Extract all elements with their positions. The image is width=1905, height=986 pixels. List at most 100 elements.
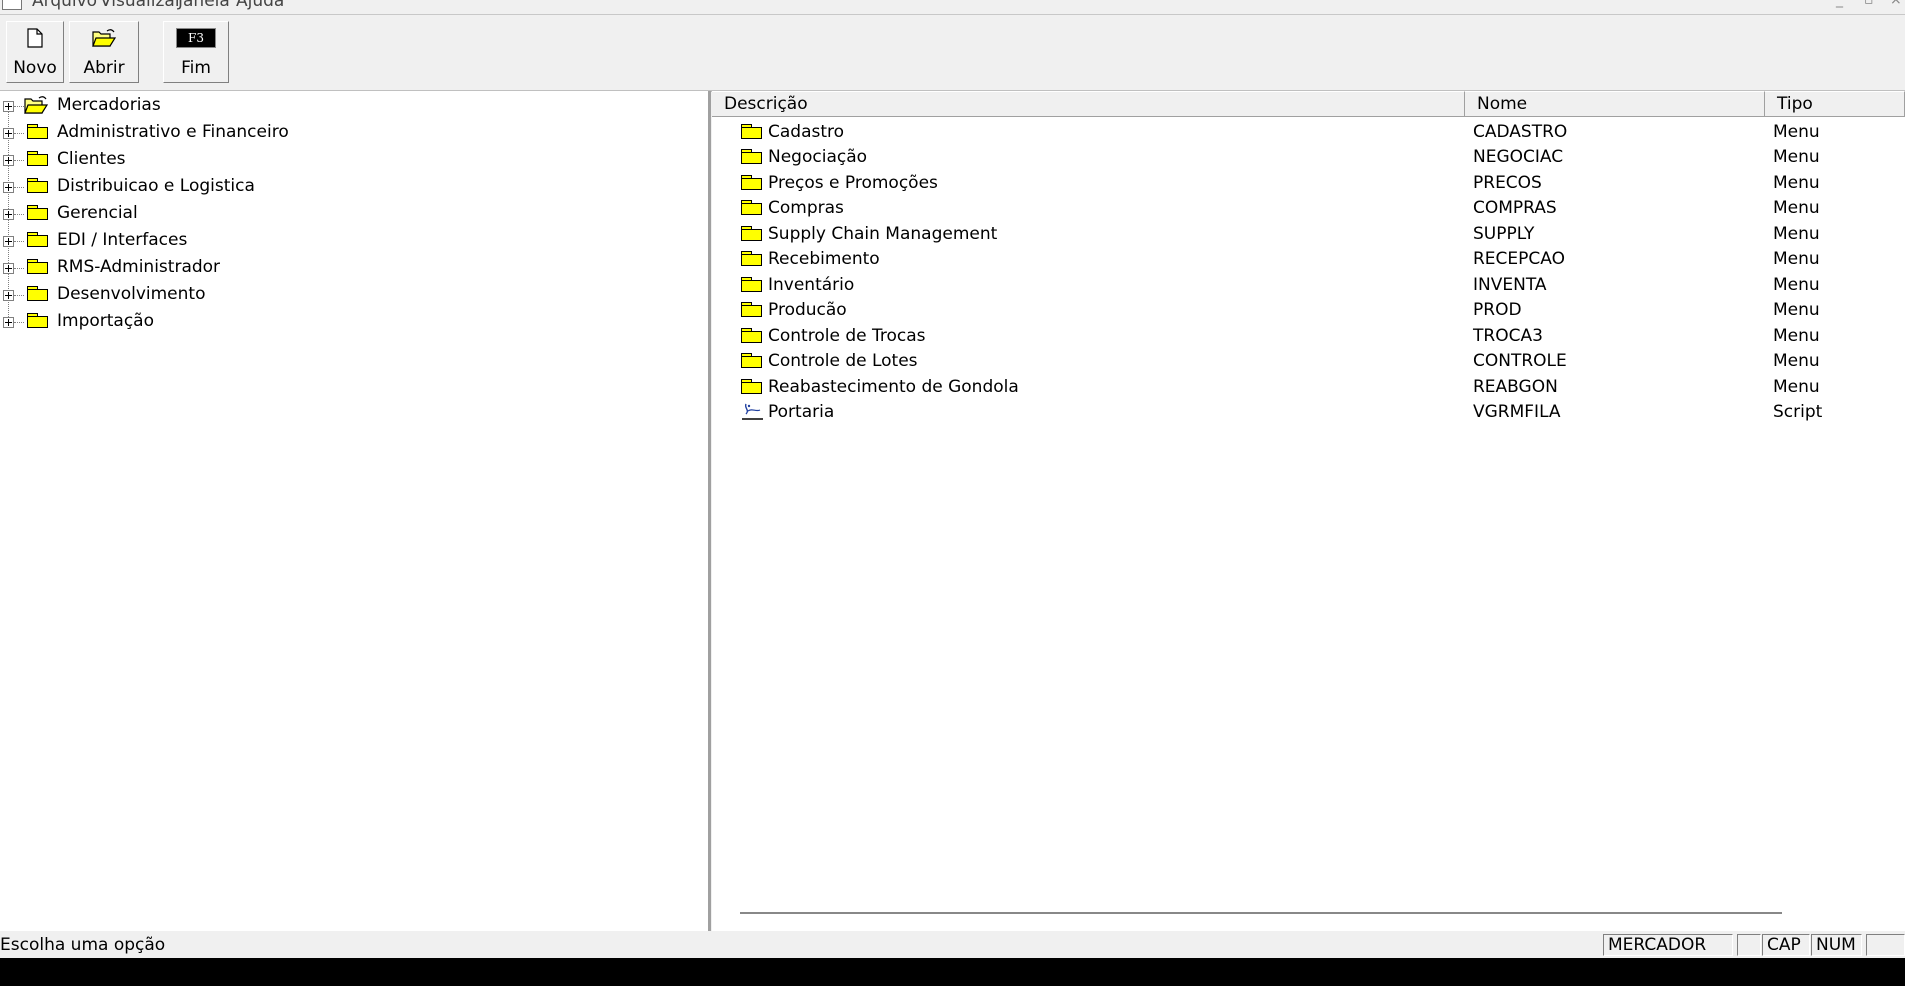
list-item[interactable]: Controle de Trocas TROCA3 Menu	[712, 324, 1905, 349]
horizontal-scrollbar[interactable]	[740, 912, 1782, 914]
list-item-type: Menu	[1773, 173, 1820, 193]
list-item-name: SUPPLY	[1473, 224, 1535, 244]
folder-icon	[27, 205, 49, 220]
folder-icon	[741, 302, 763, 317]
list-item-description: Supply Chain Management	[768, 224, 998, 244]
expand-icon[interactable]	[3, 101, 14, 112]
restore-icon[interactable]: ▫	[1864, 0, 1874, 8]
expand-icon[interactable]	[3, 209, 14, 220]
status-message: Escolha uma opção	[0, 935, 166, 955]
open-button-label: Abrir	[83, 58, 125, 78]
folder-icon	[741, 200, 763, 215]
list-item-description: Controle de Lotes	[768, 351, 918, 371]
folder-icon	[27, 286, 49, 301]
folder-icon	[741, 379, 763, 394]
folder-icon	[27, 178, 49, 193]
expand-icon[interactable]	[3, 317, 14, 328]
expand-icon[interactable]	[3, 155, 14, 166]
system-menu-icon[interactable]	[2, 0, 22, 10]
tree-item-label: Desenvolvimento	[57, 284, 206, 304]
tree-item-label: Administrativo e Financeiro	[57, 122, 289, 142]
exit-button-label: Fim	[181, 58, 211, 78]
expand-icon[interactable]	[3, 182, 14, 193]
list-item[interactable]: Preços e Promoções PRECOS Menu	[712, 171, 1905, 196]
list-item[interactable]: Recebimento RECEPCAO Menu	[712, 247, 1905, 272]
list-item-description: Producão	[768, 300, 847, 320]
list-item-type: Menu	[1773, 122, 1820, 142]
list-item-name: PROD	[1473, 300, 1522, 320]
new-document-icon	[27, 28, 43, 48]
list-item[interactable]: Reabastecimento de Gondola REABGON Menu	[712, 375, 1905, 400]
list-item[interactable]: Cadastro CADASTRO Menu	[712, 120, 1905, 145]
list-item-type: Menu	[1773, 147, 1820, 167]
expand-icon[interactable]	[3, 290, 14, 301]
tree-item-label: RMS-Administrador	[57, 257, 221, 277]
expand-icon[interactable]	[3, 236, 14, 247]
folder-icon	[741, 175, 763, 190]
list-item[interactable]: Producão PROD Menu	[712, 298, 1905, 323]
menu-ajuda[interactable]: Ajuda	[236, 0, 284, 10]
list-item-type: Script	[1773, 402, 1823, 422]
expand-icon[interactable]	[3, 128, 14, 139]
menu-list: Descrição Nome Tipo Cadastro CADASTRO Me…	[712, 91, 1905, 931]
list-item-description: Recebimento	[768, 249, 880, 269]
list-item-name: CADASTRO	[1473, 122, 1568, 142]
list-item-name: PRECOS	[1473, 173, 1542, 193]
list-item-type: Menu	[1773, 351, 1820, 371]
app-window: Arquivo Visualizar Janela Ajuda _ ▫ × No…	[0, 0, 1905, 958]
tree-item-label: EDI / Interfaces	[57, 230, 188, 250]
list-item-description: Controle de Trocas	[768, 326, 926, 346]
list-item-name: COMPRAS	[1473, 198, 1557, 218]
list-item[interactable]: Portaria VGRMFILA Script	[712, 400, 1905, 425]
list-item-type: Menu	[1773, 377, 1820, 397]
list-item[interactable]: Supply Chain Management SUPPLY Menu	[712, 222, 1905, 247]
folder-icon	[741, 328, 763, 343]
list-item-name: NEGOCIAC	[1473, 147, 1564, 167]
folder-icon	[741, 277, 763, 292]
open-folder-icon	[92, 29, 116, 47]
f3-key-icon: F3	[176, 28, 216, 48]
list-item-name: VGRMFILA	[1473, 402, 1561, 422]
list-item[interactable]: Negociação NEGOCIAC Menu	[712, 145, 1905, 170]
status-cap: CAP	[1762, 934, 1810, 956]
list-item-description: Portaria	[768, 402, 835, 422]
folder-icon	[741, 353, 763, 368]
menu-arquivo[interactable]: Arquivo	[32, 0, 97, 10]
list-item[interactable]: Inventário INVENTA Menu	[712, 273, 1905, 298]
folder-icon	[27, 259, 49, 274]
exit-button[interactable]: F3 Fim	[163, 21, 229, 83]
menu-tree: Mercadorias Administrativo e Financeiro …	[0, 91, 711, 931]
open-button[interactable]: Abrir	[69, 21, 139, 83]
list-item-description: Compras	[768, 198, 844, 218]
list-item[interactable]: Controle de Lotes CONTROLE Menu	[712, 349, 1905, 374]
expand-icon[interactable]	[3, 263, 14, 274]
menu-janela[interactable]: Janela	[178, 0, 230, 10]
list-item-type: Menu	[1773, 300, 1820, 320]
status-empty-pane	[1866, 934, 1905, 956]
minimize-icon[interactable]: _	[1836, 0, 1843, 8]
list-item-type: Menu	[1773, 249, 1820, 269]
status-empty-pane	[1737, 934, 1761, 956]
status-user: MERCADOR	[1603, 934, 1733, 956]
column-header-tipo[interactable]: Tipo	[1765, 91, 1905, 117]
status-bar: Escolha uma opção MERCADOR CAP NUM	[0, 931, 1905, 958]
list-item[interactable]: Compras COMPRAS Menu	[712, 196, 1905, 221]
new-button[interactable]: Novo	[6, 21, 64, 83]
column-header-nome[interactable]: Nome	[1465, 91, 1765, 117]
status-num: NUM	[1811, 934, 1862, 956]
list-item-description: Inventário	[768, 275, 855, 295]
open-folder-icon	[24, 96, 48, 114]
list-item-type: Menu	[1773, 275, 1820, 295]
tree-item-label: Distribuicao e Logistica	[57, 176, 255, 196]
folder-icon	[741, 124, 763, 139]
list-item-name: REABGON	[1473, 377, 1558, 397]
list-item-description: Negociação	[768, 147, 868, 167]
list-item-type: Menu	[1773, 326, 1820, 346]
column-header-descricao[interactable]: Descrição	[712, 91, 1465, 117]
folder-icon	[27, 232, 49, 247]
tree-item-label: Clientes	[57, 149, 126, 169]
close-icon[interactable]: ×	[1890, 0, 1902, 8]
menu-visualizar[interactable]: Visualizar	[100, 0, 182, 10]
list-item-name: CONTROLE	[1473, 351, 1567, 371]
tree-item-label: Importação	[57, 311, 155, 331]
